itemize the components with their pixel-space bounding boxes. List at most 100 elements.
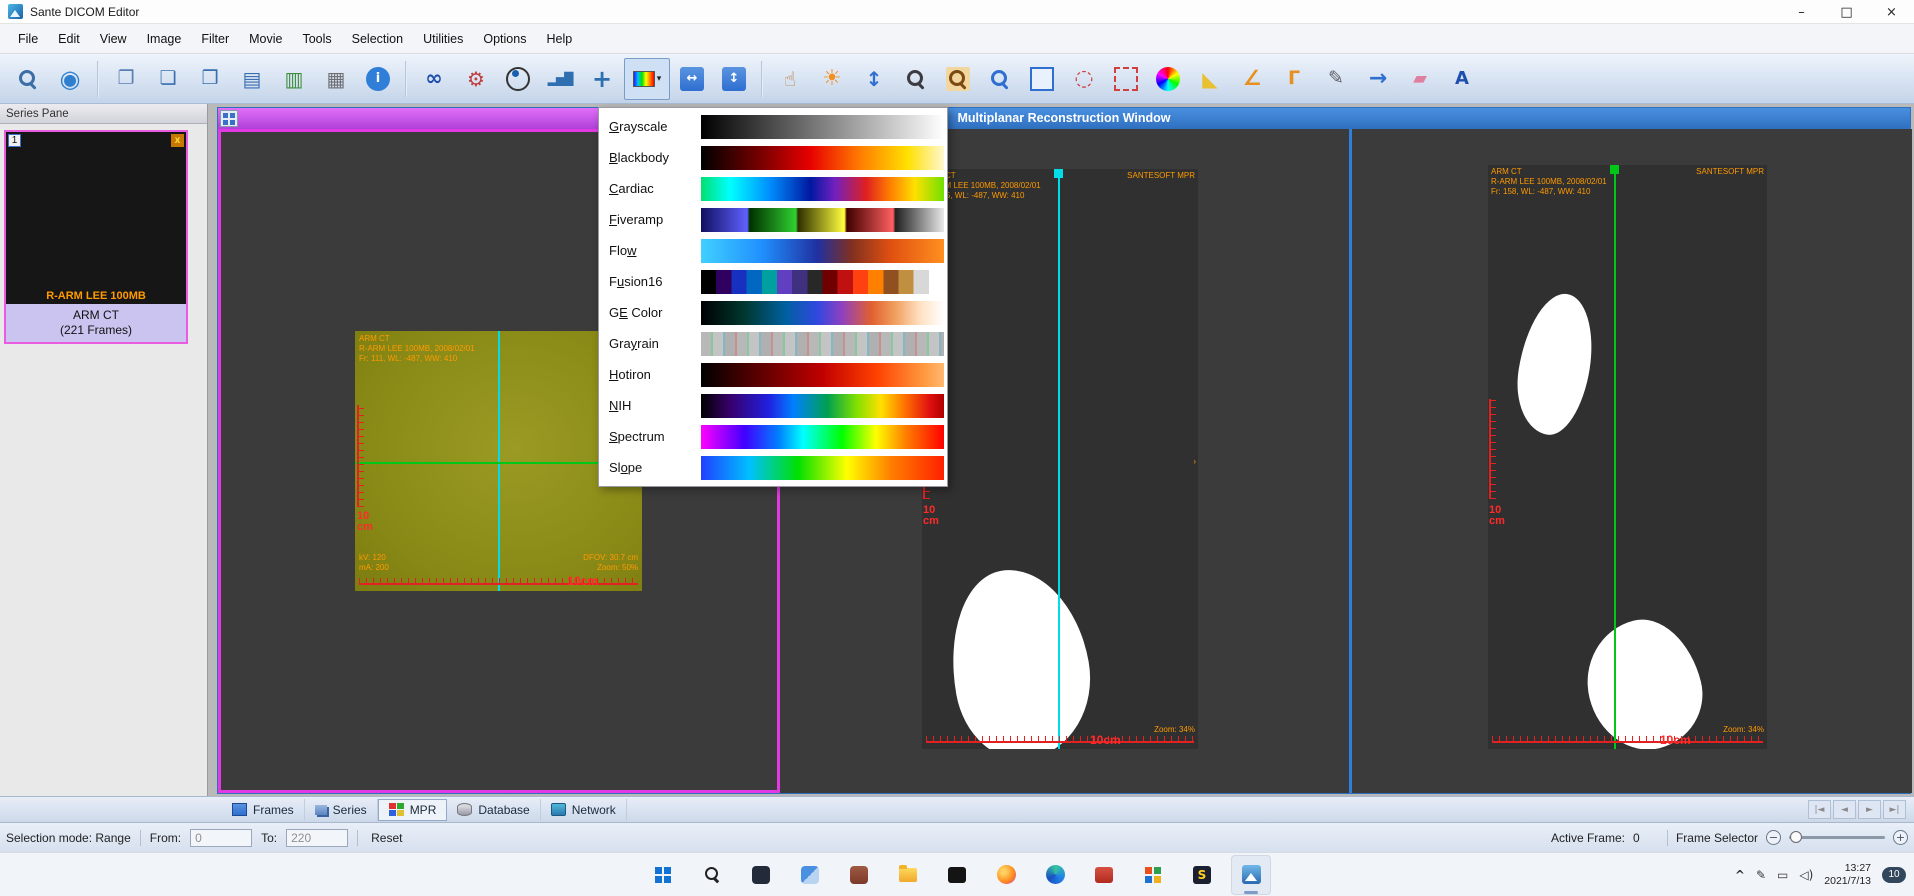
palette-option-flow[interactable]: Flow: [599, 235, 947, 266]
arrow-annotation-icon[interactable]: →: [1358, 58, 1398, 100]
clipboard-icon[interactable]: ▥: [274, 58, 314, 100]
zoom-magnifier-icon[interactable]: [896, 58, 936, 100]
print-icon[interactable]: ▦: [316, 58, 356, 100]
cut-line-handle[interactable]: [1054, 169, 1063, 178]
powerpoint-button[interactable]: [1084, 855, 1124, 895]
menu-filter[interactable]: Filter: [191, 28, 239, 50]
firefox-button[interactable]: [986, 855, 1026, 895]
palette-option-blackbody[interactable]: Blackbody: [599, 142, 947, 173]
center-crosshair-icon[interactable]: +: [582, 58, 622, 100]
network-tray-icon[interactable]: ▭: [1777, 868, 1788, 882]
angle-measure-icon[interactable]: ∠: [1232, 58, 1272, 100]
web-globe-icon[interactable]: ◉: [50, 58, 90, 100]
last-frame-button[interactable]: ►|: [1883, 800, 1906, 819]
volume-tray-icon[interactable]: ◁): [1799, 868, 1813, 882]
menu-tools[interactable]: Tools: [292, 28, 341, 50]
palette-option-slope[interactable]: Slope: [599, 452, 947, 483]
search-study-icon[interactable]: [8, 58, 48, 100]
zoom-region-icon[interactable]: [980, 58, 1020, 100]
ellipse-select-icon[interactable]: ◌: [1064, 58, 1104, 100]
palette-option-grayrain[interactable]: Grayrain: [599, 328, 947, 359]
ct-image-sagittal[interactable]: ARM CT R-ARM LEE 100MB, 2008/02/01 Fr: 158…: [1488, 165, 1767, 749]
store-button[interactable]: [839, 855, 879, 895]
dashed-rect-select-icon[interactable]: [1106, 58, 1146, 100]
open-folders-icon[interactable]: ❒: [190, 58, 230, 100]
cut-line-handle[interactable]: [1610, 165, 1619, 174]
search-button[interactable]: [692, 855, 732, 895]
set-square-icon[interactable]: ◣: [1190, 58, 1230, 100]
series-thumbnail-image[interactable]: 1 x R-ARM LEE 100MB: [6, 132, 186, 304]
menu-file[interactable]: File: [8, 28, 48, 50]
minimize-button[interactable]: –: [1779, 0, 1824, 24]
mpr-cut-line-coronal[interactable]: [1058, 169, 1060, 749]
office-button[interactable]: [1133, 855, 1173, 895]
window-level-arrow-icon[interactable]: ↕: [854, 58, 894, 100]
file-explorer-button[interactable]: [888, 855, 928, 895]
menu-edit[interactable]: Edit: [48, 28, 90, 50]
tools-wrench-icon[interactable]: ⚙: [456, 58, 496, 100]
sante-dicom-editor-button[interactable]: [1231, 854, 1271, 895]
notification-badge[interactable]: 10: [1882, 866, 1906, 883]
ct-image-coronal[interactable]: ARM CTR-ARM LEE 100MB, 2008/02/01Fr: 255…: [922, 169, 1198, 749]
palette-option-grayscale[interactable]: Grayscale: [599, 111, 947, 142]
mpr-cut-line-sagittal[interactable]: [1614, 165, 1616, 749]
prev-frame-button[interactable]: ◄: [1833, 800, 1856, 819]
sante-launcher-button[interactable]: S: [1182, 855, 1222, 895]
series-close-icon[interactable]: x: [171, 134, 184, 147]
terminal-button[interactable]: [937, 855, 977, 895]
menu-selection[interactable]: Selection: [342, 28, 413, 50]
palette-option-spectrum[interactable]: Spectrum: [599, 421, 947, 452]
frame-selector-minus-button[interactable]: −: [1766, 830, 1781, 845]
rect-select-icon[interactable]: [1022, 58, 1062, 100]
info-icon[interactable]: i: [358, 58, 398, 100]
tab-network[interactable]: Network: [541, 798, 627, 821]
histogram-icon[interactable]: ▂▅█: [540, 58, 580, 100]
first-frame-button[interactable]: |◄: [1808, 800, 1831, 819]
series-thumbnail[interactable]: 1 x R-ARM LEE 100MB ARM CT (221 Frames): [4, 130, 188, 344]
crosshair-vertical-line[interactable]: [498, 331, 500, 591]
dicom-tags-binoculars-icon[interactable]: ∞: [414, 58, 454, 100]
maximize-button[interactable]: □: [1824, 0, 1869, 24]
draw-line-pencil-icon[interactable]: ✎: [1316, 58, 1356, 100]
palette-option-hotiron[interactable]: Hotiron: [599, 359, 947, 390]
viewport-sagittal[interactable]: ARM CT R-ARM LEE 100MB, 2008/02/01 Fr: 158…: [1349, 129, 1912, 793]
widgets-button[interactable]: [790, 855, 830, 895]
to-input[interactable]: [286, 828, 349, 847]
taskbar-clock[interactable]: 13:27 2021/7/13: [1824, 862, 1871, 888]
full-screen-icon[interactable]: ↕: [714, 58, 754, 100]
next-frame-button[interactable]: ►: [1858, 800, 1881, 819]
frame-selector-thumb[interactable]: [1790, 831, 1802, 843]
menu-options[interactable]: Options: [473, 28, 536, 50]
colormap-palette-button[interactable]: ▾: [624, 57, 670, 100]
tab-mpr[interactable]: MPR: [377, 798, 448, 821]
tab-series[interactable]: Series: [305, 798, 378, 821]
zoom-image-icon[interactable]: [938, 58, 978, 100]
menu-help[interactable]: Help: [536, 28, 582, 50]
menu-image[interactable]: Image: [137, 28, 192, 50]
menu-utilities[interactable]: Utilities: [413, 28, 473, 50]
menu-view[interactable]: View: [90, 28, 137, 50]
cobb-angle-icon[interactable]: Γ: [1274, 58, 1314, 100]
color-wheel-icon[interactable]: [1148, 58, 1188, 100]
open-folder-icon[interactable]: ❏: [148, 58, 188, 100]
view-eye-icon[interactable]: [498, 58, 538, 100]
tab-frames[interactable]: Frames: [222, 798, 305, 821]
menu-movie[interactable]: Movie: [239, 28, 292, 50]
fit-to-window-icon[interactable]: ↔: [672, 58, 712, 100]
pan-hand-icon[interactable]: ☝: [770, 58, 810, 100]
layout-grid-button[interactable]: [220, 110, 238, 127]
tray-chevron-up-icon[interactable]: ^: [1735, 868, 1745, 882]
import-export-icon[interactable]: ▤: [232, 58, 272, 100]
pen-tray-icon[interactable]: ✎: [1756, 868, 1766, 882]
reset-button[interactable]: Reset: [367, 831, 406, 845]
from-input[interactable]: [190, 828, 253, 847]
palette-option-ge-color[interactable]: GE Color: [599, 297, 947, 328]
start-button[interactable]: [643, 855, 683, 895]
palette-option-fiveramp[interactable]: Fiveramp: [599, 204, 947, 235]
frame-selector-slider[interactable]: [1789, 831, 1885, 843]
close-button[interactable]: ×: [1869, 0, 1914, 24]
palette-option-fusion16[interactable]: Fusion16: [599, 266, 947, 297]
palette-option-nih[interactable]: NIH: [599, 390, 947, 421]
frame-selector-plus-button[interactable]: +: [1893, 830, 1908, 845]
edge-button[interactable]: [1035, 855, 1075, 895]
